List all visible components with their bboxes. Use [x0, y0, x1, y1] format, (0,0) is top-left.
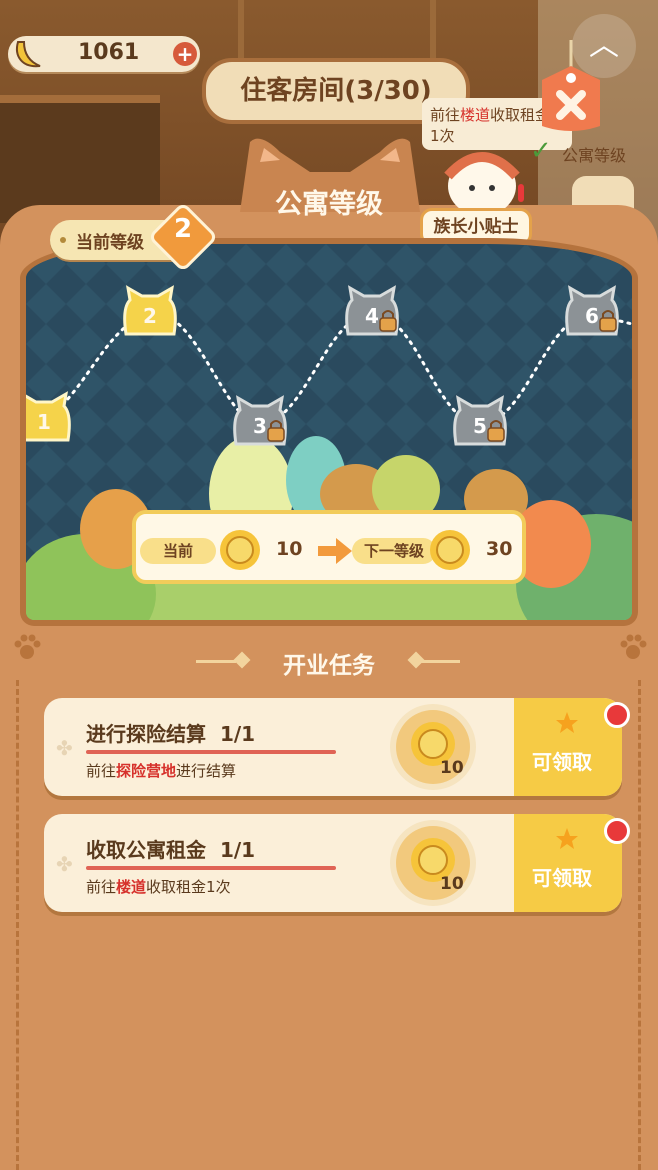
tag-hole	[60, 237, 66, 243]
level-node-1[interactable]: 1	[26, 391, 71, 442]
banana-currency: 1061 +	[8, 36, 200, 72]
task-progress: 1/1	[219, 838, 256, 862]
current-points-label: 当前	[140, 538, 216, 564]
level-node-4[interactable]: 4	[345, 285, 399, 336]
side-tip-prefix: 前往	[430, 106, 461, 124]
claim-label: 可领取	[532, 866, 592, 890]
banana-icon	[16, 41, 41, 68]
task-description: 前往探险营地进行结算	[86, 760, 236, 781]
side-tip-highlight: 楼道	[460, 106, 491, 124]
level-node-label: 4	[365, 304, 379, 328]
banana-count: 1061	[78, 40, 140, 65]
task-progress-bar	[86, 750, 336, 754]
task-desc-suffix: 进行结算	[176, 762, 237, 780]
task-progress: 1/1	[219, 722, 256, 746]
next-level-value: 30	[486, 538, 513, 560]
task-desc-highlight[interactable]: 楼道	[116, 878, 146, 896]
level-progress-box: 当前 10 下一等级 30	[132, 510, 526, 584]
reward-amount: 10	[440, 874, 464, 894]
task-title: 收取公寓租金	[86, 838, 206, 862]
task-progress-bar	[86, 866, 336, 870]
task-desc-prefix: 前往	[86, 878, 117, 896]
level-node-label: 3	[253, 414, 267, 438]
task-desc-highlight[interactable]: 探险营地	[116, 762, 176, 780]
notification-dot	[604, 818, 630, 844]
add-currency-button[interactable]: +	[173, 42, 197, 66]
check-icon: ✓	[530, 136, 552, 166]
task-description: 前往楼道收取租金1次	[86, 876, 231, 897]
panel-stitch-left	[16, 680, 19, 1170]
clover-icon: ✤	[56, 852, 73, 876]
task-desc-suffix: 收取租金1次	[146, 878, 231, 896]
panel-stitch-right	[638, 680, 641, 1170]
level-node-5[interactable]: 5	[453, 395, 507, 446]
sign-rope-left	[238, 0, 244, 60]
claim-label: 可领取	[532, 750, 592, 774]
level-node-label: 1	[37, 410, 51, 434]
level-node-6[interactable]: 6	[565, 285, 619, 336]
level-node-2[interactable]: 2	[123, 285, 177, 336]
clover-icon: ✤	[56, 736, 73, 760]
task-desc-prefix: 前往	[86, 762, 117, 780]
task-card: ✤ 进行探险结算 1/1 前往探险营地进行结算 10 可领取	[44, 698, 630, 796]
next-level-label: 下一等级	[352, 538, 436, 564]
level-node-label: 5	[473, 414, 487, 438]
star-icon	[556, 828, 578, 849]
current-points-value: 10	[276, 538, 303, 560]
close-icon[interactable]	[532, 40, 610, 136]
notification-dot	[604, 702, 630, 728]
task-name: 收取公寓租金 1/1	[86, 834, 255, 863]
level-node-label: 6	[585, 304, 599, 328]
star-icon	[556, 712, 578, 733]
arrow-right-icon	[318, 538, 352, 564]
chief-avatar	[444, 152, 524, 216]
current-level-label: 当前等级	[76, 233, 144, 253]
task-card: ✤ 收取公寓租金 1/1 前往楼道收取租金1次 10 可领取	[44, 814, 630, 912]
sign-rope-right	[430, 0, 436, 60]
apartment-level-shortcut[interactable]: 公寓等级	[562, 142, 626, 166]
level-node-label: 2	[143, 304, 157, 328]
panel-title: 公寓等级	[275, 189, 383, 220]
current-level-value: 2	[173, 214, 193, 244]
task-name: 进行探险结算 1/1	[86, 718, 255, 747]
sun-cat-coin-icon	[430, 530, 470, 570]
level-node-3[interactable]: 3	[233, 395, 287, 446]
reward-amount: 10	[440, 758, 464, 778]
sun-cat-coin-icon	[220, 530, 260, 570]
tasks-section-title: 开业任务	[283, 653, 375, 679]
task-title: 进行探险结算	[86, 722, 206, 746]
